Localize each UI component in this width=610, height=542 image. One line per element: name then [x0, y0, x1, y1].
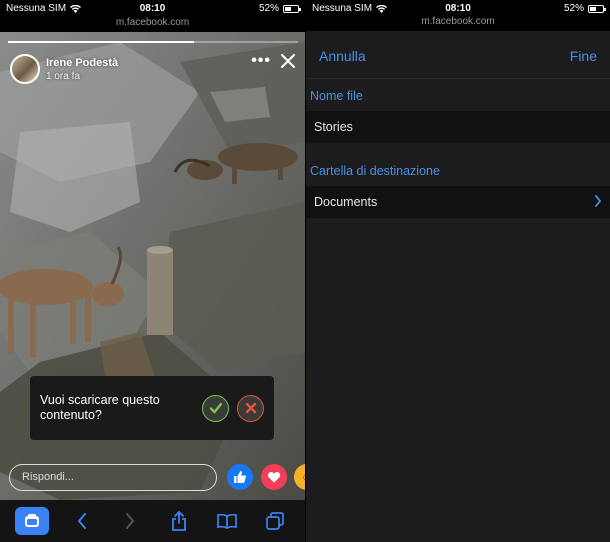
battery-icon	[588, 4, 606, 13]
bookmarks-button[interactable]	[212, 507, 242, 535]
battery-fill	[285, 6, 292, 11]
battery-group: 52%	[563, 3, 606, 14]
story-author[interactable]: Irene Podestà 1 ora fa	[10, 54, 118, 84]
reject-download-button[interactable]	[237, 394, 264, 422]
tabs-button[interactable]	[260, 507, 290, 535]
battery-group: 52%	[258, 3, 301, 14]
share-button[interactable]	[164, 507, 194, 535]
battery-percent: 52%	[563, 3, 584, 14]
share-icon	[171, 511, 186, 531]
left-phone-screen: Nessuna SIM 08:10 52% m.facebook.com Ire…	[0, 0, 305, 542]
battery-icon	[283, 4, 301, 13]
save-dialog-navbar: Annulla Fine	[306, 31, 610, 79]
avatar[interactable]	[10, 54, 40, 84]
story-progress-fill	[8, 41, 194, 43]
like-reaction-button[interactable]	[227, 464, 253, 490]
more-options-button[interactable]: •••	[251, 52, 271, 70]
folder-value: Documents	[314, 195, 378, 209]
story-progress	[8, 41, 298, 43]
love-icon	[267, 471, 281, 483]
author-info: Irene Podestà 1 ora fa	[46, 57, 118, 82]
folder-label: Cartella di destinazione	[310, 164, 440, 178]
reply-input[interactable]: Rispondi...	[9, 464, 217, 491]
confirm-download-button[interactable]	[202, 394, 229, 422]
tabs-square-icon	[25, 514, 40, 527]
love-reaction-button[interactable]	[261, 464, 287, 490]
cancel-button[interactable]: Annulla	[319, 48, 366, 64]
battery-fill	[590, 6, 597, 11]
tabs-icon	[266, 512, 284, 530]
download-question: Vuoi scaricare questo contenuto?	[40, 393, 160, 422]
right-phone-screen: Nessuna SIM 08:10 52% m.facebook.com Ann…	[305, 0, 610, 542]
forward-button[interactable]	[115, 507, 145, 535]
story-timestamp: 1 ora fa	[46, 70, 80, 82]
browser-toolbar	[0, 500, 305, 542]
filename-label: Nome file	[310, 89, 363, 103]
back-icon	[77, 513, 87, 529]
status-bar: Nessuna SIM 08:10 52%	[306, 0, 610, 16]
url-bar[interactable]: m.facebook.com	[0, 17, 305, 28]
story-viewer[interactable]: Irene Podestà 1 ora fa ••• Vuoi scaricar…	[0, 32, 305, 500]
back-button[interactable]	[67, 507, 97, 535]
like-icon	[234, 471, 246, 483]
bookmarks-icon	[216, 513, 237, 529]
done-button[interactable]: Fine	[570, 48, 597, 64]
download-dialog: Vuoi scaricare questo contenuto?	[30, 376, 274, 440]
battery-percent: 52%	[258, 3, 279, 14]
url-bar[interactable]: m.facebook.com	[306, 16, 610, 31]
folder-row[interactable]: Documents	[306, 186, 610, 218]
status-bar: Nessuna SIM 08:10 52%	[0, 0, 305, 16]
forward-icon	[126, 513, 135, 529]
tabs-square-button[interactable]	[15, 507, 50, 535]
check-icon	[209, 402, 222, 414]
close-icon	[245, 402, 256, 414]
filename-field[interactable]: Stories	[306, 111, 610, 143]
author-name[interactable]: Irene Podestà	[46, 57, 118, 69]
chevron-right-icon	[595, 195, 602, 207]
close-icon[interactable]	[279, 52, 297, 70]
